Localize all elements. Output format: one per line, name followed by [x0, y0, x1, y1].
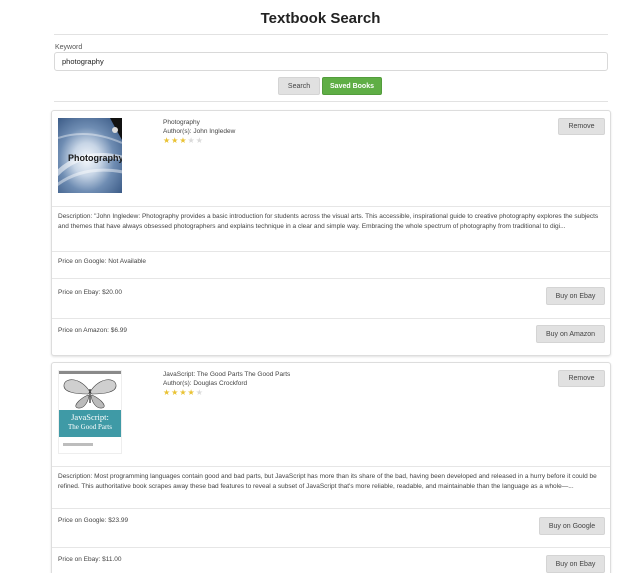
star-icon: ★ [195, 388, 203, 397]
book-card: Photography Photography Author(s): John … [51, 110, 611, 356]
star-icon: ★ [187, 388, 195, 397]
price-google: Price on Google: Not Available [58, 258, 147, 265]
star-icon: ★ [179, 388, 187, 397]
keyword-label: Keyword [55, 44, 83, 51]
butterfly-icon [63, 379, 117, 409]
keyword-input[interactable] [54, 52, 608, 71]
remove-button[interactable]: Remove [558, 118, 605, 135]
book-cover-image: JavaScript: The Good Parts [58, 370, 122, 454]
description-section: Description: Most programming languages … [52, 466, 610, 508]
search-button[interactable]: Search [278, 77, 320, 95]
search-divider [54, 101, 608, 102]
buy-ebay-button[interactable]: Buy on Ebay [546, 555, 605, 573]
saved-books-button[interactable]: Saved Books [322, 77, 382, 95]
star-icon: ★ [179, 136, 187, 145]
star-icon: ★ [187, 136, 195, 145]
cover-top-strip [59, 371, 121, 374]
buy-ebay-button[interactable]: Buy on Ebay [546, 287, 605, 305]
cover-bottom-strip [63, 443, 93, 446]
star-icon: ★ [163, 388, 171, 397]
star-icon: ★ [195, 136, 203, 145]
book-cover-image: Photography [58, 118, 122, 193]
ebay-price-section: Price on Ebay: $11.00 Buy on Ebay [52, 547, 610, 573]
book-card: JavaScript: The Good Parts JavaScript: T… [51, 362, 611, 573]
buy-google-button[interactable]: Buy on Google [539, 517, 605, 535]
ebay-price-section: Price on Ebay: $20.00 Buy on Ebay [52, 278, 610, 318]
page-title: Textbook Search [260, 10, 381, 27]
rating-stars: ★ ★ ★ ★ ★ [163, 137, 203, 145]
cover-subtitle: The Good Parts [68, 423, 112, 431]
price-google: Price on Google: $23.99 [58, 517, 129, 524]
google-price-section: Price on Google: $23.99 Buy on Google [52, 508, 610, 547]
title-divider [54, 34, 608, 35]
cover-band: JavaScript: The Good Parts [59, 410, 121, 437]
star-icon: ★ [171, 136, 179, 145]
description-section: Description: "John Ingledew: Photography… [52, 206, 610, 255]
star-icon: ★ [171, 388, 179, 397]
google-price-section: Price on Google: Not Available [52, 251, 610, 278]
rating-stars: ★ ★ ★ ★ ★ [163, 389, 203, 397]
book-description: Description: "John Ingledew: Photography… [58, 213, 599, 230]
price-ebay: Price on Ebay: $11.00 [58, 556, 122, 563]
star-icon: ★ [163, 136, 171, 145]
cover-title: Photography [68, 153, 122, 163]
remove-button[interactable]: Remove [558, 370, 605, 387]
price-amazon: Price on Amazon: $6.99 [58, 327, 128, 334]
buy-amazon-button[interactable]: Buy on Amazon [536, 325, 605, 343]
price-ebay: Price on Ebay: $20.00 [58, 289, 122, 296]
book-description: Description: Most programming languages … [58, 473, 597, 490]
cover-title: JavaScript: [71, 412, 109, 422]
amazon-price-section: Price on Amazon: $6.99 Buy on Amazon [52, 318, 610, 356]
